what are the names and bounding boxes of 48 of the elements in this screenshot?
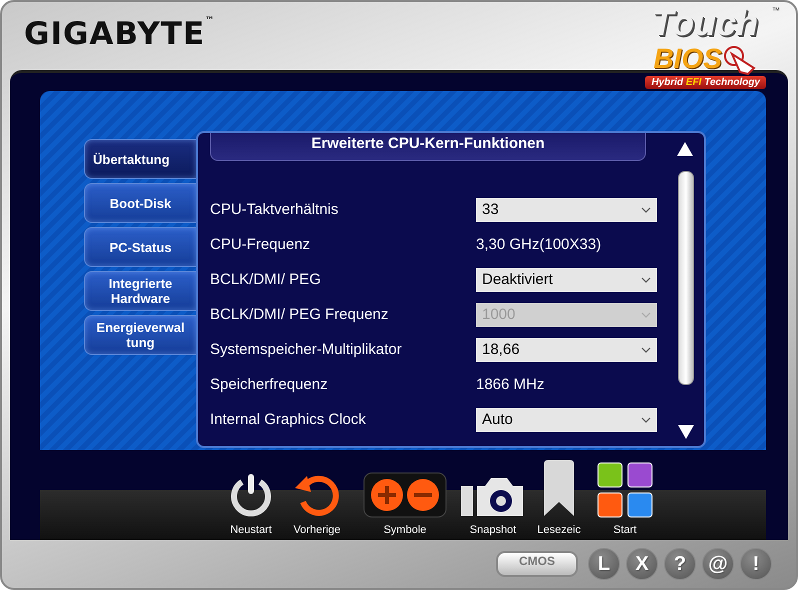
setting-label: Speicherfrequenz [210,376,329,393]
dock-button[interactable]: Neustart [218,472,284,540]
sidebar-tab[interactable]: Energieverwal tung [84,315,196,355]
round-button[interactable]: ? [664,548,696,580]
dropdown[interactable]: 18,66 [476,338,657,362]
setting-value: 1866 MHz [476,376,544,393]
brand-logo: GIGABYTE$^{™}$ [24,16,216,52]
dock-button[interactable]: Snapshot [460,472,526,540]
colored-tiles-icon [597,462,653,518]
chevron-down-icon [641,276,651,282]
chevron-down-icon [641,416,651,422]
sidebar-tab[interactable]: Übertaktung [84,139,196,179]
power-icon [228,472,274,518]
round-button[interactable]: X [626,548,658,580]
panel-title: Erweiterte CPU-Kern-Funktionen [210,133,646,161]
setting-value: 3,30 GHz(100X33) [476,236,602,253]
setting-label: Systemspeicher-Multiplikator [210,341,403,358]
round-button[interactable]: ! [740,548,772,580]
dock-button[interactable]: Lesezeic [526,460,592,540]
setting-label: BCLK/DMI/ PEG Frequenz [210,306,390,323]
cmos-button[interactable]: CMOS [496,551,578,577]
bookmark-icon [542,460,576,518]
round-button[interactable]: @ [702,548,734,580]
scrollbar-thumb[interactable] [678,171,694,385]
product-tagline: Hybrid EFI Technology [645,76,766,89]
trademark-mark: ™ [772,6,780,15]
dropdown[interactable]: Auto [476,408,657,432]
setting-label: BCLK/DMI/ PEG [210,271,322,288]
sidebar-tab[interactable]: Integrierte Hardware [84,271,196,311]
product-logo-text: BIOS [653,44,722,74]
dock-button[interactable]: Start [592,462,658,540]
scroll-up-icon[interactable] [676,141,694,157]
product-logo-text: Touch [651,4,758,42]
chevron-down-icon [641,206,651,212]
setting-label: CPU-Frequenz [210,236,312,253]
round-button[interactable]: L [588,548,620,580]
dock-button[interactable]: Symbole [350,472,460,540]
plus-minus-icon [363,472,447,518]
chevron-down-icon [641,312,651,318]
sidebar-tab[interactable]: PC-Status [84,227,196,267]
sidebar-tab[interactable]: Boot-Disk [84,183,196,223]
setting-label: Internal Graphics Clock [210,411,367,428]
setting-label: CPU-Taktverhältnis [210,201,340,218]
scroll-down-icon[interactable] [677,424,695,440]
dropdown[interactable]: 33 [476,198,657,222]
chevron-down-icon [641,346,651,352]
dock-button[interactable]: Vorherige [284,472,350,540]
dropdown[interactable]: Deaktiviert [476,268,657,292]
